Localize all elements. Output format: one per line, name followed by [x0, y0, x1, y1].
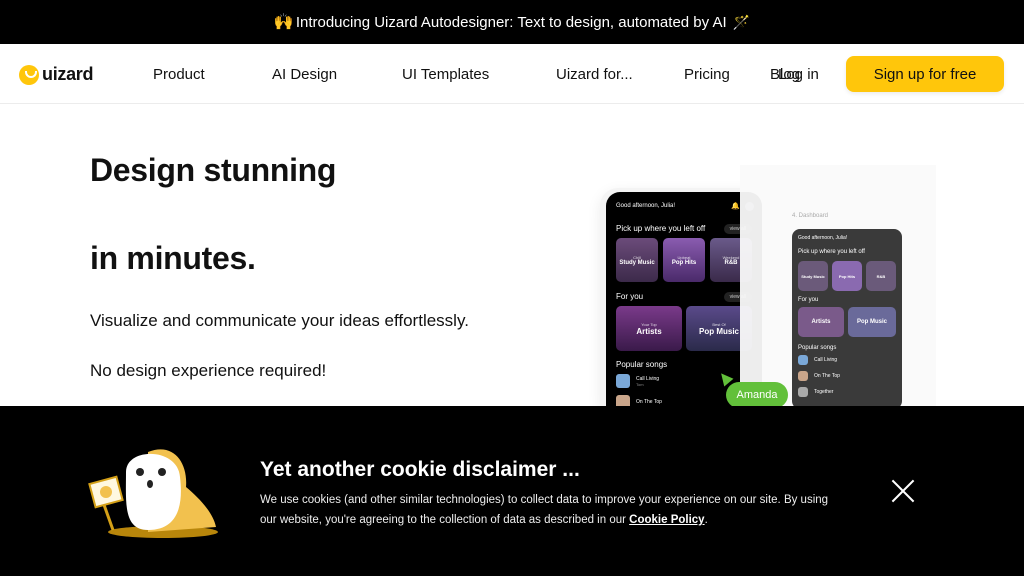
card: Upbeat Pop Hits	[663, 238, 705, 282]
collaborator-cursor-label: Amanda	[726, 382, 788, 408]
song-item: On The Top	[798, 371, 840, 381]
screen-label: 4. Dashboard	[792, 213, 829, 219]
hero-title-line1: Design stunning	[90, 152, 337, 188]
logo-text: uizard	[42, 64, 94, 84]
hero-subtitle: Visualize and communicate your ideas eff…	[90, 311, 469, 330]
signup-button[interactable]: Sign up for free	[846, 56, 1004, 92]
phone-screen-2: Good afternoon, Julia! Pick up where you…	[792, 229, 902, 409]
uizard-logo-icon	[19, 64, 39, 85]
logo[interactable]: uizard	[19, 64, 94, 85]
card: Pop Hits	[832, 261, 862, 291]
song-thumb	[616, 374, 630, 388]
song-item: Together	[798, 387, 833, 397]
bell-icon: 🔔	[731, 203, 740, 210]
hero-subtitle-2: No design experience required!	[90, 361, 327, 380]
nav-item-uizard-for[interactable]: Uizard for...	[556, 66, 633, 83]
raised-hands-icon: 🙌	[273, 14, 294, 31]
card: Chill Study Music	[616, 238, 658, 282]
card: R&B	[866, 261, 896, 291]
section-for-you: For you	[616, 292, 644, 301]
card: Pop Music	[848, 307, 896, 337]
magic-wand-icon: 🪄	[732, 13, 751, 30]
nav-item-ai-design[interactable]: AI Design	[272, 66, 337, 83]
hero-title-line2: in minutes.	[90, 240, 256, 276]
song-thumb	[798, 371, 808, 381]
card: Your Top Artists	[616, 306, 682, 351]
section-popular: Popular songs	[616, 360, 668, 369]
song-thumb	[798, 387, 808, 397]
login-link[interactable]: Log in	[778, 66, 819, 83]
greeting: Good afternoon, Julia!	[616, 203, 676, 209]
song-thumb	[798, 355, 808, 365]
announcement-bar[interactable]: 🙌 Introducing Uizard Autodesigner: Text …	[0, 0, 1024, 44]
song-item: Call Living Tom	[616, 374, 659, 388]
cookie-policy-link[interactable]: Cookie Policy	[629, 514, 704, 526]
announcement-text[interactable]: Introducing Uizard Autodesigner: Text to…	[296, 14, 727, 31]
card: Study Music	[798, 261, 828, 291]
cookie-text: We use cookies (and other similar techno…	[260, 494, 829, 526]
song-item: Call Living	[798, 355, 837, 365]
section-recent: Pick up where you left off	[616, 224, 706, 233]
seal-mascot-icon	[88, 449, 218, 538]
nav-item-ui-templates[interactable]: UI Templates	[402, 66, 489, 83]
nav-item-pricing[interactable]: Pricing	[684, 66, 730, 83]
cookie-title: Yet another cookie disclaimer ...	[260, 458, 580, 481]
top-nav: uizard Product AI Design UI Templates Ui…	[0, 44, 1024, 104]
close-icon[interactable]	[890, 478, 916, 504]
card: Artists	[798, 307, 844, 337]
nav-item-product[interactable]: Product	[153, 66, 205, 83]
cookie-banner: Yet another cookie disclaimer ... We use…	[0, 406, 1024, 576]
